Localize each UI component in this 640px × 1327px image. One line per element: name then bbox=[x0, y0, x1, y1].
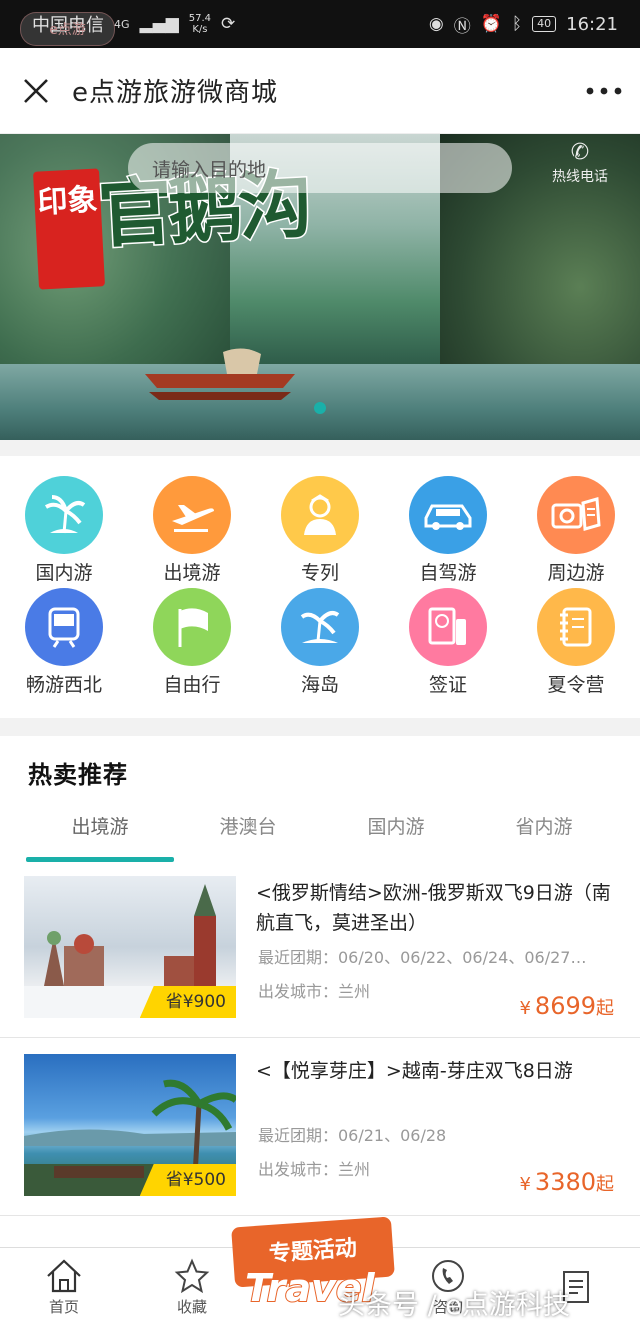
star-icon bbox=[174, 1258, 210, 1294]
island-icon bbox=[281, 588, 359, 666]
banner-seal: 印象 bbox=[32, 168, 106, 290]
search-placeholder: 请输入目的地 bbox=[152, 158, 267, 181]
category-label: 自由行 bbox=[163, 674, 221, 696]
tab-favorites-label: 收藏 bbox=[176, 1298, 207, 1316]
eye-icon: ◉ bbox=[428, 14, 444, 34]
category-free-travel[interactable]: 自由行 bbox=[128, 588, 256, 700]
category-label: 国内游 bbox=[35, 562, 93, 584]
signal-icon: ▂▄▆ bbox=[139, 14, 179, 34]
network-speed: 57.4 K/s bbox=[188, 13, 212, 35]
category-label: 夏令营 bbox=[547, 674, 605, 696]
section-title: 热卖推荐 bbox=[28, 761, 128, 789]
category-northwest[interactable]: 畅游西北 bbox=[0, 588, 128, 700]
category-label: 畅游西北 bbox=[25, 674, 102, 696]
watermark: 头条号 / e点游科技 bbox=[338, 1290, 570, 1321]
category-label: 海岛 bbox=[300, 674, 339, 696]
notebook-icon bbox=[537, 588, 615, 666]
category-self-drive[interactable]: 自驾游 bbox=[384, 476, 512, 588]
category-label: 自驾游 bbox=[419, 562, 477, 584]
category-grid: 国内游 出境游 专列 自驾游 周边游畅游西北 自由行 海岛 签证 夏令营 bbox=[0, 456, 640, 718]
tab-hk-macau-taiwan[interactable]: 港澳台 bbox=[174, 800, 322, 862]
conductor-icon bbox=[281, 476, 359, 554]
more-button[interactable] bbox=[568, 48, 640, 134]
discount-tag: 省¥500 bbox=[139, 1164, 236, 1196]
sync-icon: ⟳ bbox=[221, 14, 236, 34]
product-card[interactable]: 省¥500 <【悦享芽庄】>越南-芽庄双飞8日游 最近团期：06/21、06/2… bbox=[0, 1040, 640, 1216]
product-image: 省¥900 bbox=[24, 876, 236, 1018]
close-button[interactable] bbox=[0, 48, 72, 134]
product-title: <【悦享芽庄】>越南-芽庄双飞8日游 bbox=[256, 1060, 573, 1082]
train-icon bbox=[25, 588, 103, 666]
more-icon bbox=[586, 87, 622, 94]
product-image: 省¥500 bbox=[24, 1054, 236, 1196]
home-icon bbox=[47, 1259, 81, 1293]
category-tabs: 出境游 港澳台 国内游 省内游 bbox=[0, 800, 640, 862]
category-domestic[interactable]: 国内游 bbox=[0, 476, 128, 588]
boat-image bbox=[145, 348, 295, 400]
product-dates: 最近团期：06/21、06/28 bbox=[258, 1126, 447, 1145]
airplane-icon bbox=[153, 476, 231, 554]
palm-tree-icon bbox=[25, 476, 103, 554]
flag-icon bbox=[153, 588, 231, 666]
tab-domestic[interactable]: 国内游 bbox=[322, 800, 470, 862]
clock: 16:21 bbox=[566, 13, 618, 35]
category-outbound[interactable]: 出境游 bbox=[128, 476, 256, 588]
category-special-train[interactable]: 专列 bbox=[256, 476, 384, 588]
product-dates: 最近团期：06/20、06/22、06/24、06/27… bbox=[258, 948, 587, 967]
hotline-label: 热线电话 bbox=[552, 169, 608, 185]
network-type: 4G bbox=[114, 17, 130, 31]
hotline-button[interactable]: ✆ 热线电话 bbox=[528, 140, 632, 196]
product-price: ¥3380起 bbox=[519, 1168, 614, 1196]
product-price: ¥8699起 bbox=[519, 992, 614, 1020]
tab-provincial[interactable]: 省内游 bbox=[470, 800, 618, 862]
phone-icon: ✆ bbox=[570, 140, 590, 165]
tab-outbound[interactable]: 出境游 bbox=[26, 800, 174, 862]
category-island[interactable]: 海岛 bbox=[256, 588, 384, 700]
carousel-dot-active[interactable] bbox=[314, 402, 326, 414]
discount-tag: 省¥900 bbox=[139, 986, 236, 1018]
car-icon bbox=[409, 476, 487, 554]
category-nearby[interactable]: 周边游 bbox=[512, 476, 640, 588]
passport-icon bbox=[409, 588, 487, 666]
category-visa[interactable]: 签证 bbox=[384, 588, 512, 700]
alarm-icon: ⏰ bbox=[480, 14, 502, 34]
brand-logo: e点游 bbox=[20, 12, 115, 46]
carousel-dots bbox=[0, 402, 640, 414]
product-title: <俄罗斯情结>欧洲-俄罗斯双飞9日游（南航直飞，莫进圣出） bbox=[256, 882, 611, 934]
tab-home[interactable]: 首页 bbox=[0, 1248, 128, 1327]
nfc-icon: Ⓝ bbox=[453, 16, 471, 37]
page-title: e点游旅游微商城 bbox=[72, 78, 278, 108]
category-label: 签证 bbox=[428, 674, 467, 696]
search-input[interactable]: 请输入目的地 bbox=[128, 143, 512, 193]
product-card[interactable]: 省¥900 <俄罗斯情结>欧洲-俄罗斯双飞9日游（南航直飞，莫进圣出） 最近团期… bbox=[0, 862, 640, 1038]
battery-level: 40 bbox=[532, 16, 557, 32]
close-icon bbox=[24, 78, 48, 103]
category-label: 周边游 bbox=[547, 562, 605, 584]
category-label: 出境游 bbox=[163, 562, 221, 584]
category-summer-camp[interactable]: 夏令营 bbox=[512, 588, 640, 700]
tab-home-label: 首页 bbox=[48, 1298, 79, 1316]
category-label: 专列 bbox=[300, 562, 339, 584]
bluetooth-icon: ᛒ bbox=[511, 14, 523, 34]
nav-bar: e点游旅游微商城 bbox=[0, 48, 640, 134]
camera-icon bbox=[537, 476, 615, 554]
